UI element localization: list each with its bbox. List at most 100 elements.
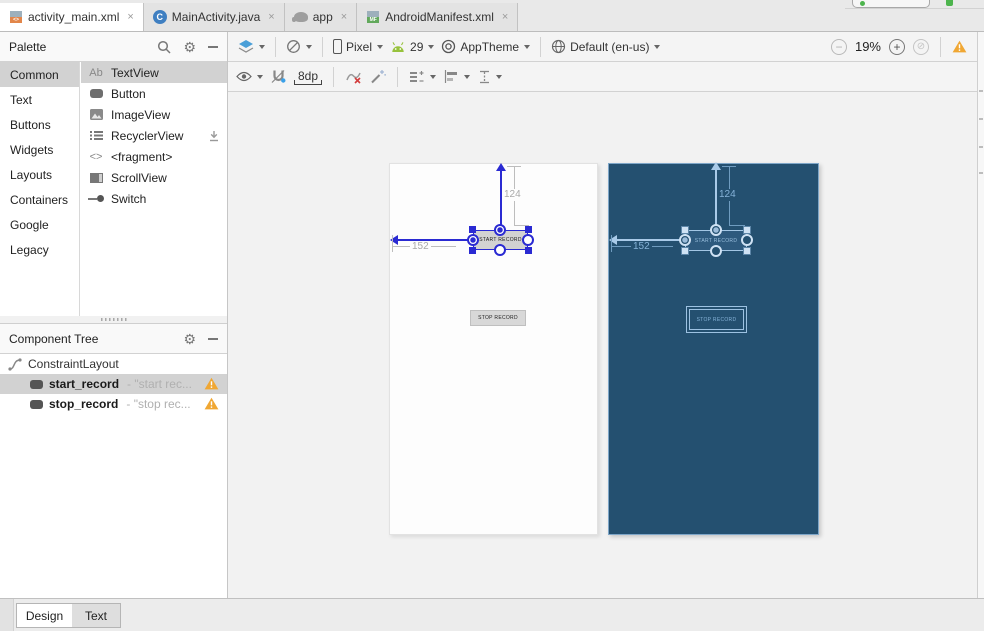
close-icon[interactable]: × [127, 11, 133, 23]
resize-handle[interactable] [525, 247, 532, 254]
palette-item-imageview[interactable]: ImageView [81, 104, 227, 125]
zoom-level: 19% [854, 39, 881, 54]
view-options-button[interactable] [236, 71, 263, 82]
constraint-anchor-right[interactable] [741, 234, 753, 246]
palette-item-button[interactable]: Button [81, 83, 227, 104]
tab-androidmanifest-xml[interactable]: MF AndroidManifest.xml × [357, 3, 519, 31]
dropdown-arrow-icon [306, 44, 312, 49]
mode-bar-edge [0, 599, 14, 631]
constraint-anchor-top[interactable] [710, 224, 722, 236]
scroll-mark [979, 172, 983, 174]
gear-icon[interactable]: ⚙ [183, 40, 196, 54]
palette-category-legacy[interactable]: Legacy [0, 237, 79, 262]
gear-icon[interactable]: ⚙ [183, 332, 196, 346]
warnings-button[interactable] [952, 40, 967, 53]
stop-record-button[interactable]: STOP RECORD [470, 310, 526, 326]
palette-body: Common Text Buttons Widgets Layouts Cont… [0, 62, 227, 316]
default-margin-button[interactable]: 8dp [294, 69, 323, 85]
palette-item-fragment[interactable]: <> <fragment> [81, 146, 227, 167]
tab-app[interactable]: app × [284, 3, 358, 31]
divider [397, 66, 399, 87]
zoom-in-button[interactable]: + [889, 38, 905, 55]
minimize-icon[interactable] [208, 45, 218, 48]
android-icon [392, 41, 404, 52]
button-icon [30, 379, 43, 389]
close-icon[interactable]: × [502, 11, 508, 23]
palette-category-common[interactable]: Common [0, 62, 79, 87]
resize-handle[interactable] [743, 226, 751, 234]
zoom-out-button[interactable]: − [830, 38, 847, 55]
zoom-fit-button[interactable]: ⊘ [913, 38, 929, 55]
margin-top-label: 124 [502, 189, 523, 201]
api-level-selector[interactable]: 29 [390, 40, 435, 54]
resize-handle[interactable] [681, 247, 689, 255]
resize-handle[interactable] [469, 247, 476, 254]
download-icon[interactable] [208, 130, 220, 142]
orientation-selector[interactable] [286, 39, 312, 54]
infer-constraints-button[interactable] [370, 69, 387, 84]
design-view-preview: 124 152 START RECORD STOP RECORD [389, 163, 598, 535]
palette-category-widgets[interactable]: Widgets [0, 137, 79, 162]
margin-left-label: 152 [631, 241, 652, 253]
stop-record-button[interactable]: STOP RECORD [686, 306, 747, 333]
palette-category-text[interactable]: Text [0, 87, 79, 112]
palette-item-recyclerview[interactable]: RecyclerView [81, 125, 227, 146]
constraint-anchor-left[interactable] [679, 234, 691, 246]
design-mode-tab[interactable]: Design [16, 603, 73, 628]
tab-label: activity_main.xml [28, 10, 120, 24]
resize-handle[interactable] [525, 226, 532, 233]
clear-constraints-button[interactable] [345, 69, 362, 84]
theme-selector[interactable]: AppTheme [441, 39, 531, 54]
globe-icon [551, 39, 566, 54]
text-mode-tab[interactable]: Text [72, 603, 121, 628]
resize-handle[interactable] [743, 247, 751, 255]
eye-icon [236, 71, 252, 82]
autoconnect-toggle[interactable] [271, 69, 286, 84]
palette-item-textview[interactable]: Ab TextView [81, 62, 227, 83]
panel-splitter[interactable] [0, 316, 227, 324]
palette-category-buttons[interactable]: Buttons [0, 112, 79, 137]
component-tree-title: Component Tree [9, 331, 99, 346]
divider [845, 8, 984, 9]
device-selector[interactable]: Pixel [333, 39, 384, 54]
close-icon[interactable]: × [268, 11, 274, 23]
orientation-icon [287, 40, 300, 53]
distribute-icon [480, 70, 490, 83]
dropdown-arrow-icon [464, 74, 471, 79]
editor-tab-bar: <> activity_main.xml × C MainActivity.ja… [0, 0, 984, 32]
dropdown-arrow-icon [496, 74, 503, 79]
editor-tabs: <> activity_main.xml × C MainActivity.ja… [0, 3, 519, 31]
resize-handle[interactable] [681, 226, 689, 234]
resize-handle[interactable] [469, 226, 476, 233]
constraint-anchor-bottom[interactable] [494, 244, 506, 256]
pack-button[interactable] [409, 70, 437, 84]
tree-node-constraintlayout[interactable]: ConstraintLayout [0, 354, 227, 374]
palette-category-containers[interactable]: Containers [0, 187, 79, 212]
palette-item-scrollview[interactable]: ScrollView [81, 167, 227, 188]
locale-selector[interactable]: Default (en-us) [551, 39, 661, 54]
tab-activity-main-xml[interactable]: <> activity_main.xml × [0, 3, 144, 31]
constraint-toolbar: 8dp [228, 62, 977, 92]
search-icon[interactable] [157, 40, 171, 54]
constraint-anchor-left[interactable] [467, 234, 479, 246]
guidelines-button[interactable] [478, 70, 503, 84]
constraint-anchor-bottom[interactable] [710, 245, 722, 257]
constraint-anchor-top[interactable] [494, 224, 506, 236]
design-canvas[interactable]: 124 152 START RECORD STOP RECORD 124 152… [228, 92, 977, 598]
dropdown-arrow-icon [524, 44, 531, 49]
class-icon: C [152, 10, 167, 24]
run-status-icon [860, 1, 865, 6]
minimize-icon[interactable] [208, 337, 218, 340]
tree-node-stop-record[interactable]: stop_record - "stop rec... [0, 394, 227, 414]
close-icon[interactable]: × [341, 11, 347, 23]
palette-item-switch[interactable]: Switch [81, 188, 227, 209]
tree-node-start-record[interactable]: start_record - "start rec... [0, 374, 227, 394]
warning-icon [204, 397, 219, 410]
align-button[interactable] [444, 70, 471, 83]
palette-category-google[interactable]: Google [0, 212, 79, 237]
constraint-anchor-right[interactable] [522, 234, 534, 246]
dropdown-arrow-icon [377, 44, 384, 49]
palette-category-layouts[interactable]: Layouts [0, 162, 79, 187]
tab-mainactivity-java[interactable]: C MainActivity.java × [143, 3, 285, 31]
design-surface-selector[interactable] [238, 39, 265, 55]
